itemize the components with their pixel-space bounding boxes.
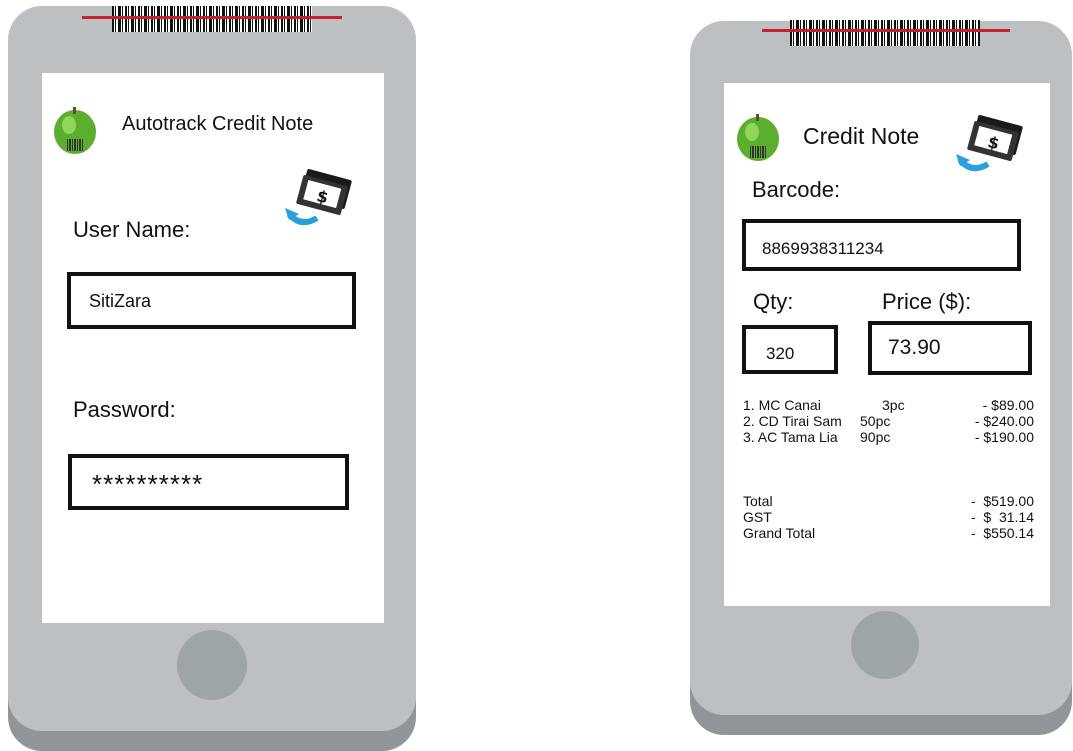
- item-name: 3. AC Tama Lia: [743, 429, 838, 445]
- list-item: 3. AC Tama Lia 90pc - $190.00: [743, 429, 1034, 445]
- total-row: GST - $ 31.14: [743, 509, 1034, 525]
- barcode-graphic: [790, 20, 980, 46]
- barcode-label: Barcode:: [752, 177, 841, 202]
- password-value: **********: [92, 469, 204, 499]
- item-qty: 90pc: [860, 429, 891, 445]
- total-label: Grand Total: [743, 525, 816, 541]
- qty-value: 320: [766, 344, 795, 363]
- totals-list: Total - $519.00 GST - $ 31.14 Grand Tota…: [743, 493, 1034, 541]
- barcode-graphic: [112, 6, 312, 32]
- total-label: GST: [743, 509, 772, 525]
- item-qty: 3pc: [882, 397, 905, 413]
- scan-laser: [762, 29, 1010, 32]
- qty-field[interactable]: 320: [742, 325, 838, 374]
- home-button[interactable]: [177, 630, 247, 700]
- item-amount: - $240.00: [974, 413, 1034, 429]
- password-field[interactable]: **********: [68, 454, 349, 510]
- password-label: Password:: [73, 397, 176, 422]
- money-refund-icon: $: [285, 169, 352, 226]
- item-name: 1. MC Canai: [743, 397, 821, 413]
- total-amount: - $550.14: [970, 525, 1034, 541]
- list-item: 1. MC Canai 3pc - $89.00: [743, 397, 1034, 413]
- qty-label: Qty:: [753, 289, 794, 314]
- total-amount: - $519.00: [970, 493, 1034, 509]
- total-label: Total: [743, 493, 773, 509]
- total-row: Grand Total - $550.14: [743, 525, 1034, 541]
- app-title: Autotrack Credit Note: [122, 113, 314, 135]
- username-field[interactable]: SitiZara: [67, 272, 356, 329]
- list-item: 2. CD Tirai Sam 50pc - $240.00: [743, 413, 1034, 429]
- app-logo-icon: [54, 107, 96, 154]
- username-label: User Name:: [73, 217, 191, 242]
- item-amount: - $190.00: [974, 429, 1034, 445]
- username-value: SitiZara: [89, 291, 152, 311]
- barcode-value: 8869938311234: [762, 239, 884, 258]
- barcode-field[interactable]: 8869938311234: [742, 219, 1021, 271]
- item-qty: 50pc: [860, 413, 891, 429]
- price-field[interactable]: 73.90: [868, 321, 1032, 375]
- home-button[interactable]: [851, 611, 919, 679]
- scan-laser: [82, 16, 342, 19]
- item-name: 2. CD Tirai Sam: [743, 413, 842, 429]
- item-amount: - $89.00: [982, 397, 1034, 413]
- login-screen: [42, 73, 384, 623]
- price-label: Price ($):: [882, 289, 972, 314]
- money-refund-icon: $: [956, 115, 1023, 172]
- total-row: Total - $519.00: [743, 493, 1034, 509]
- price-value: 73.90: [888, 336, 941, 359]
- app-logo-icon: [737, 114, 779, 161]
- screen-title: Credit Note: [803, 123, 920, 149]
- total-amount: - $ 31.14: [970, 509, 1034, 525]
- item-list: 1. MC Canai 3pc - $89.00 2. CD Tirai Sam…: [743, 397, 1034, 445]
